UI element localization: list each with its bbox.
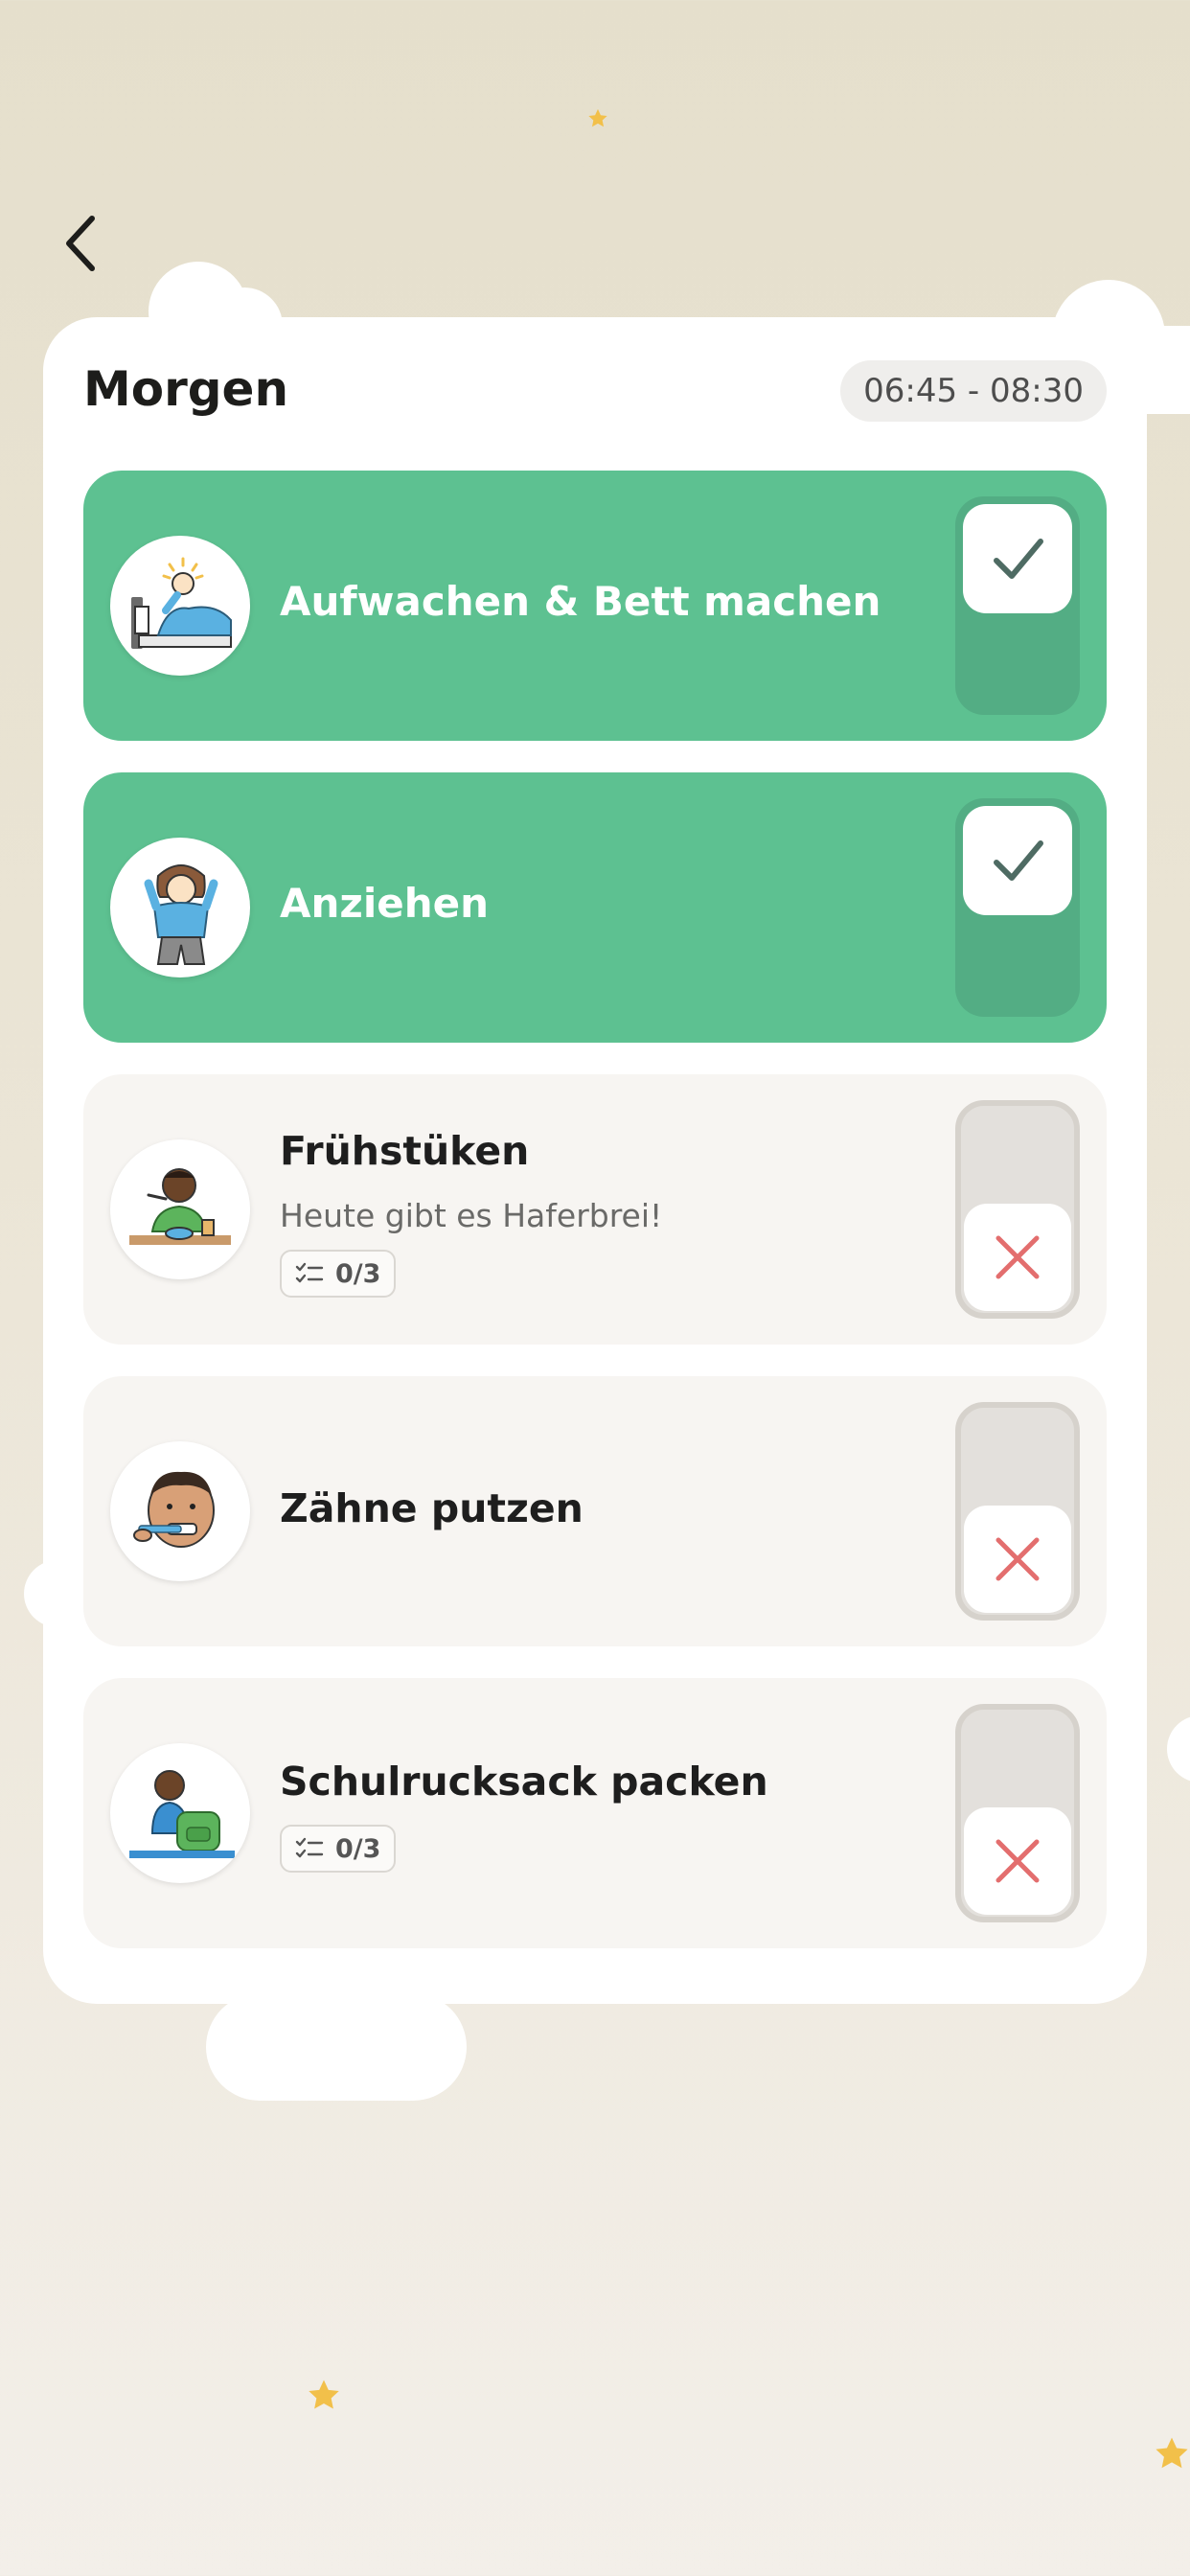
star-icon xyxy=(588,108,607,127)
check-icon xyxy=(994,840,1043,881)
close-icon xyxy=(995,1537,1040,1581)
toggle-knob xyxy=(963,504,1072,613)
task-card-breakfast[interactable]: Frühstüken Heute gibt es Haferbrei! 0/3 xyxy=(83,1074,1107,1345)
checklist-icon xyxy=(295,1837,324,1858)
star-icon xyxy=(309,2380,339,2409)
task-card-pack-backpack[interactable]: Schulrucksack packen 0/3 xyxy=(83,1678,1107,1948)
task-card-wake-up[interactable]: Aufwachen & Bett machen xyxy=(83,471,1107,741)
cloud-decoration xyxy=(206,1993,467,2101)
checklist-badge: 0/3 xyxy=(280,1250,397,1298)
close-icon xyxy=(995,1839,1040,1883)
checklist-count: 0/3 xyxy=(335,1833,381,1864)
routine-panel: Morgen 06:45 - 08:30 Aufwachen & Bett ma… xyxy=(43,317,1147,2004)
toggle-knob xyxy=(964,1204,1071,1311)
task-subtitle: Heute gibt es Haferbrei! xyxy=(280,1197,663,1234)
task-title: Aufwachen & Bett machen xyxy=(280,578,881,625)
checklist-badge: 0/3 xyxy=(280,1825,397,1873)
star-icon xyxy=(1156,2437,1188,2469)
task-toggle-open[interactable] xyxy=(955,1402,1080,1621)
backpack-illustration xyxy=(110,1743,250,1883)
toggle-knob xyxy=(964,1506,1071,1613)
chevron-left-icon xyxy=(66,216,95,271)
brushing-teeth-illustration xyxy=(110,1441,250,1581)
task-card-get-dressed[interactable]: Anziehen xyxy=(83,772,1107,1043)
toggle-knob xyxy=(964,1807,1071,1915)
checklist-icon xyxy=(295,1262,324,1283)
wake-up-illustration xyxy=(110,536,250,676)
task-toggle-done[interactable] xyxy=(955,798,1080,1017)
check-icon xyxy=(994,539,1043,579)
task-title: Zähne putzen xyxy=(280,1485,584,1531)
routine-title: Morgen xyxy=(83,361,289,417)
task-toggle-open[interactable] xyxy=(955,1100,1080,1319)
task-title: Anziehen xyxy=(280,880,490,927)
getting-dressed-illustration xyxy=(110,838,250,978)
cloud-decoration xyxy=(1167,1715,1190,1782)
task-toggle-done[interactable] xyxy=(955,496,1080,715)
back-button[interactable] xyxy=(52,209,109,278)
task-card-brush-teeth[interactable]: Zähne putzen xyxy=(83,1376,1107,1646)
close-icon xyxy=(995,1235,1040,1279)
task-title: Frühstüken xyxy=(280,1128,530,1174)
task-title: Schulrucksack packen xyxy=(280,1759,768,1805)
toggle-knob xyxy=(963,806,1072,915)
time-range-badge: 06:45 - 08:30 xyxy=(840,360,1107,422)
task-toggle-open[interactable] xyxy=(955,1704,1080,1922)
breakfast-illustration xyxy=(110,1139,250,1279)
checklist-count: 0/3 xyxy=(335,1258,381,1289)
